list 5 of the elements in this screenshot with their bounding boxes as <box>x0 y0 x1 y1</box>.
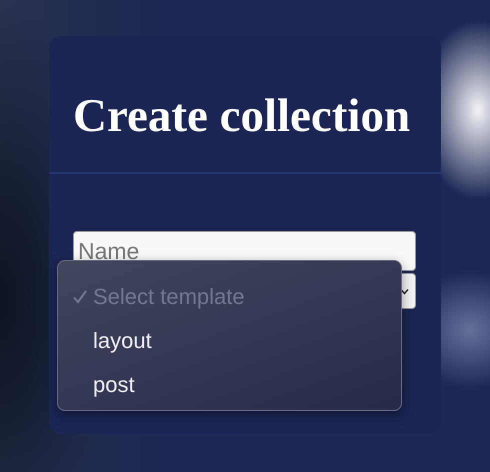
menu-option[interactable]: layout <box>72 319 372 363</box>
check-icon <box>72 289 88 305</box>
menu-option[interactable]: post <box>72 363 372 407</box>
dialog-title: Create collection <box>72 89 412 144</box>
chevron-icon <box>400 288 409 294</box>
